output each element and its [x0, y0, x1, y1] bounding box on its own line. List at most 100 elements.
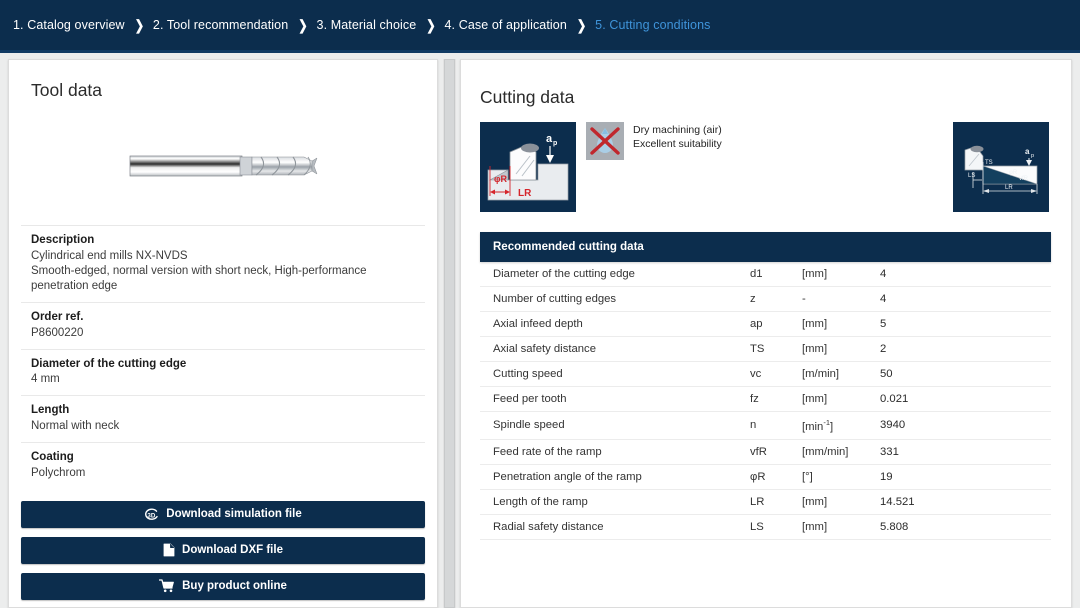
spec-value: P8600220 [31, 326, 84, 339]
breadcrumb-step-5[interactable]: 5. Cutting conditions [595, 18, 710, 32]
cutting-data-panel: Cutting data φR LR a p Dry machining (ai… [460, 59, 1072, 608]
spec-value: Normal with neck [31, 419, 120, 432]
spec-label: Length [31, 404, 70, 417]
download-dxf-file-label: Download DXF file [182, 544, 283, 557]
scrollbar-track[interactable] [442, 59, 456, 608]
cutting-param-name: Length of the ramp [493, 495, 588, 508]
cutting-data-table-header: Recommended cutting data [480, 232, 1051, 262]
scrollbar-thumb[interactable] [443, 59, 455, 608]
spec-value: Cylindrical end mills NX-NVDS [31, 249, 188, 262]
table-row: Diameter of the cutting edge d1 [mm] 4 [480, 262, 1051, 287]
tool-data-panel: Tool data Description Cylindrical end mi… [8, 59, 438, 608]
breadcrumb-step-2[interactable]: 2. Tool recommendation [153, 18, 288, 32]
spec-label: Diameter of the cutting edge [31, 357, 187, 370]
table-row: Feed rate of the ramp vfR [mm/min] 331 [480, 439, 1051, 465]
svg-text:TS: TS [985, 160, 993, 166]
svg-text:LR: LR [1005, 185, 1013, 191]
cutting-param-unit: - [802, 293, 806, 305]
table-row: Radial safety distance LS [mm] 5.808 [480, 514, 1051, 540]
ramp-geometry-diagram: LS TS LR φR vfR a p [953, 122, 1049, 212]
buy-product-online-button[interactable]: Buy product online [21, 572, 425, 600]
cutting-param-value: 2 [880, 343, 887, 355]
cutting-param-name: Axial infeed depth [493, 318, 583, 330]
table-row: Length of the ramp LR [mm] 14.521 [480, 489, 1051, 515]
download-simulation-file-label: Download simulation file [166, 508, 302, 521]
cutting-param-value: 0.021 [880, 393, 909, 405]
cutting-param-value: 19 [880, 470, 893, 483]
cutting-param-name: Diameter of the cutting edge [493, 268, 635, 280]
cutting-param-symbol: LS [750, 520, 764, 533]
buy-product-online-label: Buy product online [182, 580, 287, 593]
no-coolant-dry-icon [586, 122, 624, 160]
cutting-param-unit: [°] [802, 470, 813, 483]
svg-text:a: a [546, 133, 553, 145]
cutting-data-title: Cutting data [480, 87, 575, 107]
spec-value: Polychrom [31, 466, 86, 479]
shopping-cart-icon [159, 579, 175, 593]
cutting-diagrams-row: φR LR a p Dry machining (air) Excellent … [461, 108, 1071, 220]
cutting-param-unit: [mm] [802, 520, 828, 533]
dry-machining-line2: Excellent suitability [633, 137, 722, 150]
breadcrumb-separator: ❯ [426, 18, 436, 34]
spec-label: Coating [31, 451, 74, 464]
cutting-param-unit: [mm] [802, 495, 828, 508]
cutting-param-name: Axial safety distance [493, 343, 596, 355]
breadcrumb-step-3[interactable]: 3. Material choice [317, 18, 417, 32]
cutting-param-symbol: z [750, 293, 756, 305]
breadcrumb-step-1[interactable]: 1. Catalog overview [13, 18, 125, 32]
cutting-param-unit: [m/min] [802, 368, 840, 380]
cutting-param-unit: [mm] [802, 268, 828, 280]
tool-action-buttons: 3D Download simulation file Download DXF… [9, 489, 437, 600]
cutting-param-name: Number of cutting edges [493, 293, 617, 305]
table-row: Penetration angle of the ramp φR [°] 19 [480, 464, 1051, 490]
dry-machining-text: Dry machining (air) Excellent suitabilit… [633, 122, 722, 152]
cutting-param-unit: [mm] [802, 393, 828, 405]
cutting-param-name: Radial safety distance [493, 520, 604, 533]
panel-scrollbar[interactable] [438, 59, 460, 608]
spec-row: Order ref. P8600220 [21, 303, 425, 350]
table-row: Cutting speed vc [m/min] 50 [480, 362, 1051, 387]
table-row: Feed per tooth fz [mm] 0.021 [480, 387, 1051, 412]
cutting-param-name: Feed per tooth [493, 393, 567, 405]
cutting-param-symbol: TS [750, 343, 765, 355]
cutting-param-value: 50 [880, 368, 893, 380]
svg-text:p: p [1031, 153, 1034, 159]
cutting-data-table: Diameter of the cutting edge d1 [mm] 4 Numbe… [480, 262, 1051, 540]
cutting-param-unit: [min-1] [802, 418, 834, 433]
breadcrumb-separator: ❯ [298, 18, 308, 34]
cutting-param-name: Spindle speed [493, 419, 565, 432]
dry-machining-line1: Dry machining (air) [633, 124, 722, 136]
cutting-param-name: Penetration angle of the ramp [493, 470, 642, 483]
spec-value: 4 mm [31, 373, 60, 386]
download-dxf-file-button[interactable]: Download DXF file [21, 536, 425, 564]
cutting-param-unit: [mm/min] [802, 445, 849, 458]
end-mill-illustration [129, 155, 318, 177]
cutting-param-value: 4 [880, 268, 887, 280]
svg-text:vfR: vfR [1019, 176, 1029, 182]
spec-row: Length Normal with neck [21, 396, 425, 444]
svg-text:φR: φR [1009, 170, 1018, 176]
cutting-param-name: Cutting speed [493, 368, 563, 380]
spec-row: Diameter of the cutting edge 4 mm [21, 350, 425, 397]
svg-text:p: p [553, 140, 557, 147]
tool-spec-list: Description Cylindrical end mills NX-NVDS… [9, 226, 437, 489]
table-row: Spindle speed n [min-1] 3940 [480, 412, 1051, 440]
workspace: Tool data Description Cylindrical end mi… [0, 53, 1080, 608]
download-simulation-file-button[interactable]: 3D Download simulation file [21, 500, 425, 528]
cutting-param-symbol: fz [750, 393, 759, 405]
cutting-param-value: 4 [880, 293, 887, 305]
cutting-param-value: 5 [880, 318, 887, 330]
tool-image [9, 107, 437, 225]
breadcrumb-step-4[interactable]: 4. Case of application [445, 18, 567, 32]
tool-data-title: Tool data [31, 80, 103, 100]
svg-text:a: a [1025, 147, 1030, 156]
cutting-param-symbol: d1 [750, 268, 763, 280]
table-row: Axial safety distance TS [mm] 2 [480, 337, 1051, 362]
cutting-param-unit: [mm] [802, 343, 828, 355]
cutting-param-unit: [mm] [802, 318, 828, 330]
spec-label: Order ref. [31, 311, 84, 324]
cutting-param-value: 5.808 [880, 520, 909, 533]
cutting-param-value: 14.521 [880, 495, 915, 508]
breadcrumb-separator: ❯ [134, 18, 144, 34]
cutting-param-name: Feed rate of the ramp [493, 445, 602, 458]
